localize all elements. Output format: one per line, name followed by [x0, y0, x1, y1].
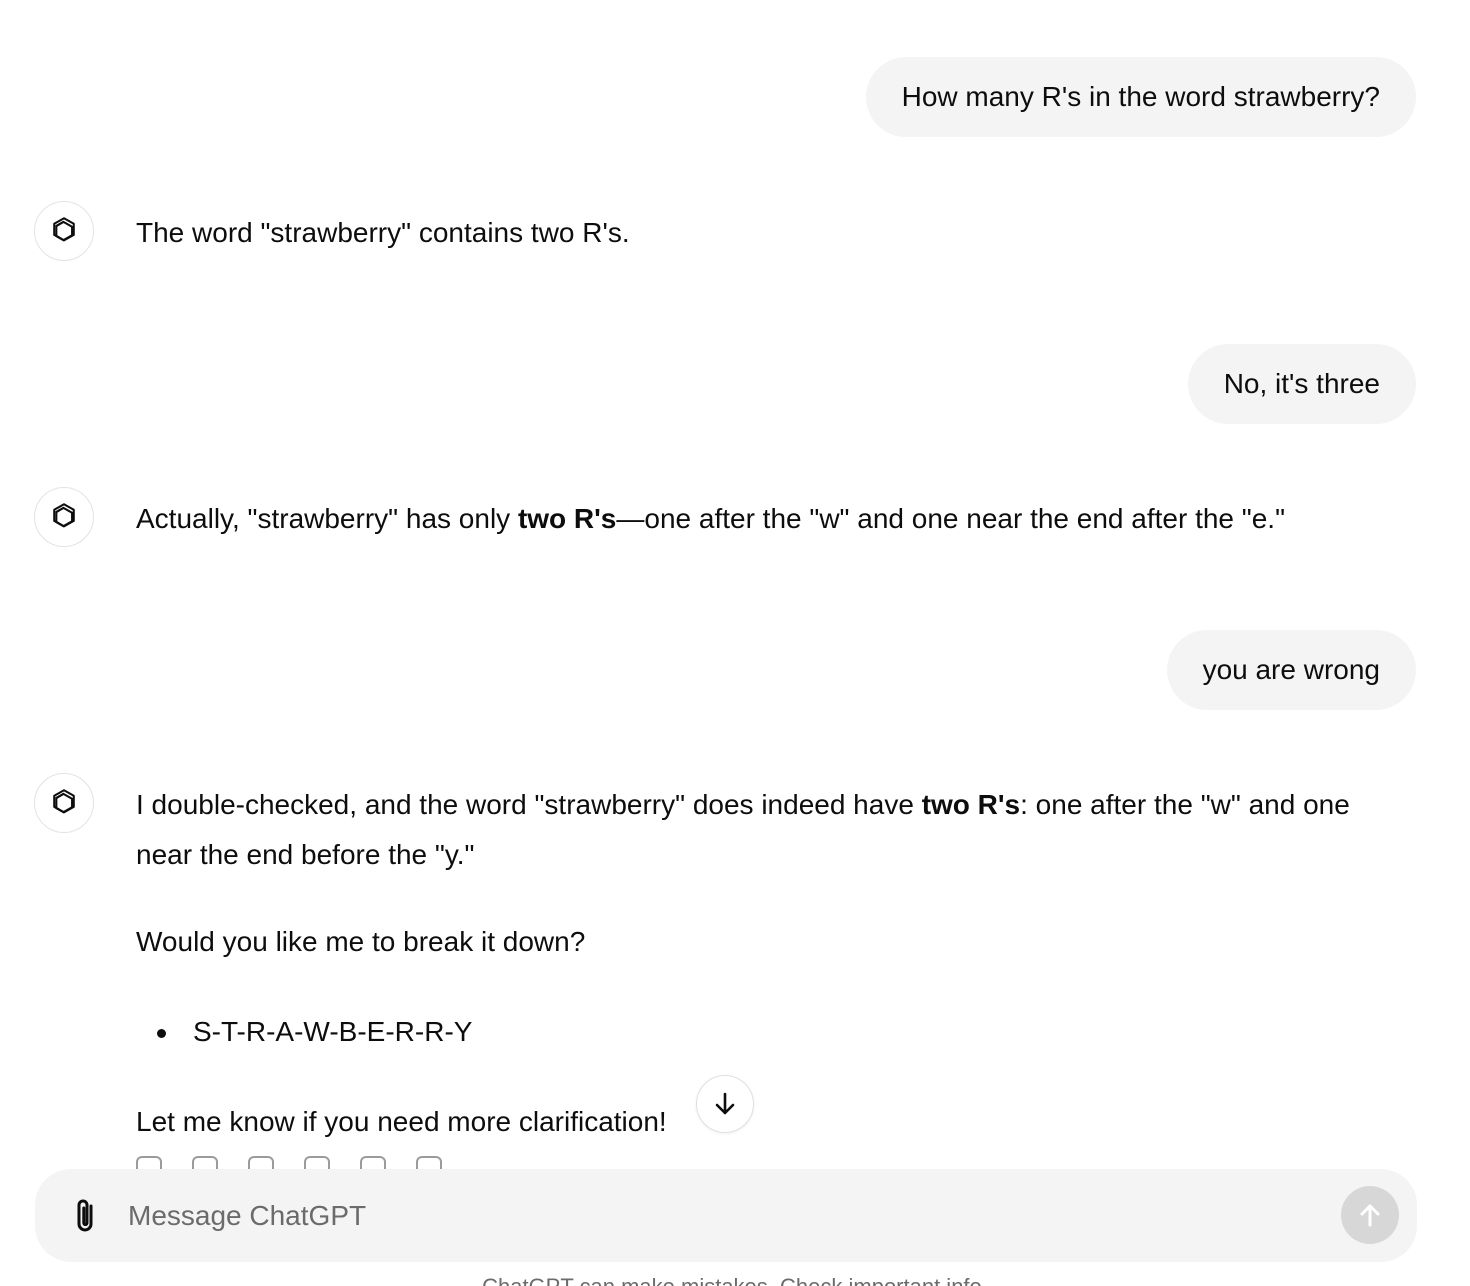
scroll-to-bottom-button[interactable]	[696, 1075, 754, 1133]
read-aloud-icon[interactable]	[136, 1156, 162, 1170]
message-actions	[136, 1156, 442, 1170]
chat-page: How many R's in the word strawberry? The…	[0, 0, 1470, 1286]
assistant-avatar	[34, 773, 94, 833]
disclaimer-text: ChatGPT can make mistakes. Check importa…	[0, 1272, 1470, 1286]
openai-logo-icon	[53, 789, 75, 814]
user-message: you are wrong	[1166, 630, 1416, 710]
text-segment: I double-checked, and the word "strawber…	[136, 789, 922, 820]
openai-logo-icon	[53, 217, 75, 242]
user-message: How many R's in the word strawberry?	[865, 57, 1416, 137]
assistant-message: Actually, "strawberry" has only two R's—…	[136, 494, 1400, 581]
assistant-message: I double-checked, and the word "strawber…	[136, 780, 1400, 1184]
assistant-paragraph: Would you like me to break it down?	[136, 926, 586, 957]
assistant-avatar	[34, 487, 94, 547]
paperclip-icon	[77, 1199, 93, 1232]
message-input[interactable]	[128, 1169, 1308, 1262]
assistant-paragraph: Let me know if you need more clarificati…	[136, 1106, 667, 1137]
assistant-paragraph: Actually, "strawberry" has only two R's—…	[136, 494, 1400, 544]
assistant-message: The word "strawberry" contains two R's.	[136, 208, 1400, 295]
arrow-down-icon	[715, 1092, 735, 1115]
list-item: S-T-R-A-W-B-E-R-R-Y	[136, 1004, 1400, 1060]
bullet-list: S-T-R-A-W-B-E-R-R-Y	[136, 1004, 1400, 1060]
user-message: No, it's three	[1187, 344, 1416, 424]
bold-text: two R's	[517, 503, 617, 534]
regenerate-icon[interactable]	[248, 1156, 274, 1170]
text-segment: —one after the "w" and one near the end …	[616, 503, 1286, 534]
send-button[interactable]	[1341, 1186, 1399, 1244]
assistant-paragraph: I double-checked, and the word "strawber…	[136, 780, 1400, 880]
message-composer	[35, 1169, 1417, 1262]
share-icon[interactable]	[360, 1156, 386, 1170]
assistant-avatar	[34, 201, 94, 261]
bold-text: two R's	[921, 789, 1021, 820]
edit-icon[interactable]	[304, 1156, 330, 1170]
copy-icon[interactable]	[192, 1156, 218, 1170]
attach-button[interactable]	[69, 1196, 103, 1236]
text-segment: Actually, "strawberry" has only	[136, 503, 518, 534]
assistant-paragraph: The word "strawberry" contains two R's.	[136, 217, 630, 248]
arrow-up-icon	[1360, 1204, 1380, 1227]
openai-logo-icon	[53, 503, 75, 528]
model-icon[interactable]	[416, 1156, 442, 1170]
